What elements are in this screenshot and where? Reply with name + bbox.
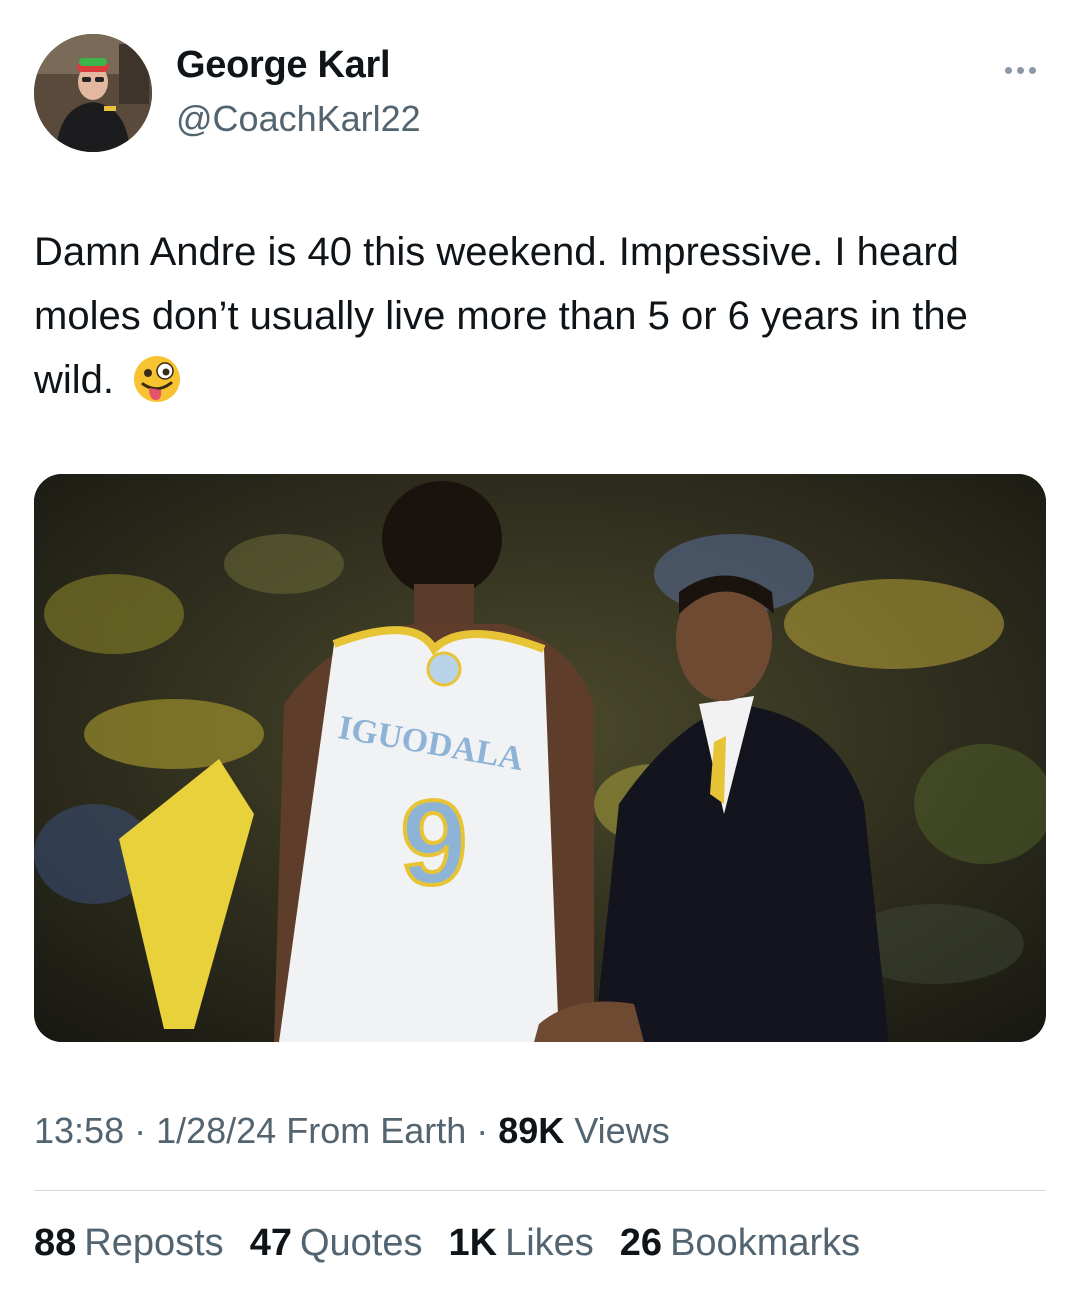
ellipsis-icon (1016, 66, 1024, 74)
views-count: 89K (498, 1110, 565, 1151)
reposts-stat[interactable]: 88 Reposts (34, 1222, 224, 1265)
engagement-stats: 88 Reposts 47 Quotes 1K Likes 26 Bookmarks (34, 1222, 860, 1265)
tweet-meta: 13:58 · 1/28/24 From Earth · 89K Views (34, 1110, 670, 1152)
divider (34, 1190, 1046, 1191)
display-name[interactable]: George Karl (176, 44, 391, 87)
ellipsis-icon (1004, 66, 1012, 74)
tweet-text-container: Damn Andre is 40 this weekend. Impressiv… (34, 220, 1034, 412)
meta-separator: · (466, 1110, 499, 1151)
tweet-photo[interactable]: IGUODALA 9 (34, 474, 1046, 1042)
quotes-label: Quotes (299, 1222, 423, 1264)
jersey-number: 9 (401, 776, 468, 910)
tweet-source: From Earth (276, 1110, 467, 1151)
more-options-button[interactable] (996, 56, 1044, 84)
bookmarks-count: 26 (619, 1222, 663, 1264)
quotes-count: 47 (249, 1222, 292, 1264)
reposts-count: 88 (34, 1222, 77, 1264)
tweet-card: George Karl @CoachKarl22 Damn Andre is 4… (0, 0, 1080, 1296)
meta-separator: · (124, 1110, 157, 1151)
bookmarks-stat[interactable]: 26 Bookmarks (620, 1222, 860, 1265)
avatar-photo (34, 34, 152, 152)
quotes-stat[interactable]: 47 Quotes (250, 1222, 423, 1265)
likes-count: 1K (448, 1222, 498, 1264)
views-label: Views (564, 1110, 670, 1151)
reposts-label: Reposts (84, 1222, 224, 1264)
tweet-date[interactable]: 1/28/24 (156, 1110, 276, 1151)
avatar[interactable] (34, 34, 152, 152)
likes-stat[interactable]: 1K Likes (449, 1222, 594, 1265)
zany-face-emoji-icon (131, 353, 183, 405)
user-handle[interactable]: @CoachKarl22 (176, 98, 421, 140)
bookmarks-label: Bookmarks (670, 1222, 861, 1264)
tweet-time[interactable]: 13:58 (34, 1110, 124, 1151)
likes-label: Likes (505, 1222, 594, 1264)
ellipsis-icon (1028, 66, 1036, 74)
